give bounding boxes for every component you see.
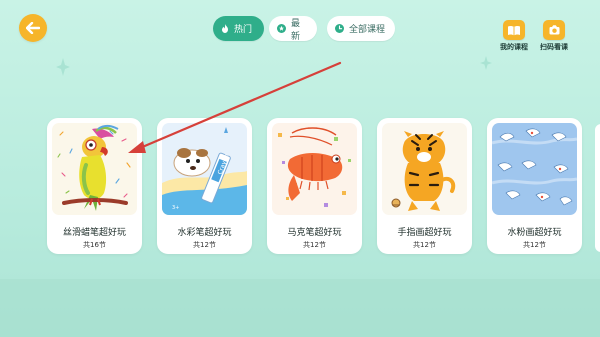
annotation-arrow [128,61,342,153]
